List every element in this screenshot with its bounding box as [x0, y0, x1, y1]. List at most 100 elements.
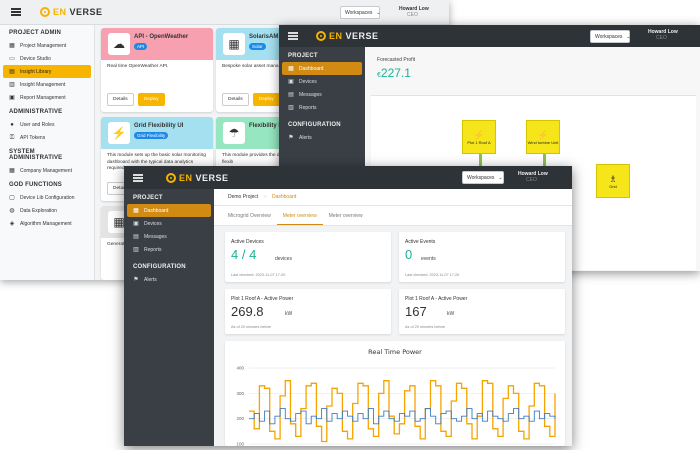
sidebar-section-title: GOD FUNCTIONS: [9, 182, 62, 188]
sidebar-item-label: User and Roles: [20, 121, 55, 128]
sidebar-section-title: CONFIGURATION: [133, 264, 186, 270]
kpi-card: Plot 1 Roof A - Active Power 167 kW As of 2…: [399, 289, 565, 334]
sidebar-item-device-lib-configuration[interactable]: ▢ Device Lib Configuration: [0, 191, 94, 204]
card-tag: Grid Flexibility: [134, 132, 169, 139]
forecasted-profit-label: Forecasted Profit: [377, 57, 416, 63]
kpi-card: Plot 1 Roof A - Active Power 269.8 kW As of…: [225, 289, 391, 334]
details-button[interactable]: Details: [222, 93, 249, 106]
node-wind-turbine-unit[interactable]: ⚡ Wind turbine Unit: [526, 120, 560, 154]
monitor-icon: ▭: [9, 55, 15, 62]
y-tick-label: 200: [236, 416, 244, 421]
sidebar-item-dashboard[interactable]: ▦ Dashboard: [127, 204, 211, 217]
sidebar-item-label: Insight Management: [20, 81, 66, 88]
project-sidebar: PROJECT ▦ Dashboard ▣ Devices ▤ Messages ▥ Repor…: [124, 189, 214, 446]
tab-microgrid-overview[interactable]: Microgrid Overview: [222, 206, 277, 225]
deploy-button[interactable]: Deploy: [252, 93, 280, 106]
sidebar-item-label: Insight Library: [20, 68, 52, 75]
logo-mark-icon: [166, 173, 176, 183]
kpi-label: Plot 1 Roof A - Active Power: [405, 296, 468, 302]
series-line-0: [249, 380, 556, 443]
top-bar: EN VERSE Workspaces ⌄ Howard Low CEO: [279, 25, 700, 47]
sidebar-item-insight-library[interactable]: ▤ Insight Library: [3, 65, 91, 78]
meter-main: Demo Project › Dashboard Microgrid Overv…: [214, 189, 572, 446]
kpi-value: 167: [405, 304, 427, 319]
chart-plot: 400 300 200 100: [236, 366, 556, 447]
device-icon: ▢: [9, 194, 15, 201]
breadcrumb-project[interactable]: Demo Project: [228, 194, 258, 200]
chevron-right-icon: ›: [264, 194, 266, 200]
workspaces-dropdown[interactable]: Workspaces ⌄: [590, 30, 631, 43]
explore-icon: ◍: [9, 207, 15, 214]
y-tick-label: 400: [236, 366, 244, 371]
sidebar-item-data-exploration[interactable]: ◍ Data Exploration: [0, 204, 94, 217]
sidebar-item-label: Dashboard: [299, 65, 324, 72]
sidebar-item-label: Dashboard: [144, 207, 169, 214]
top-bar: EN VERSE Workspaces ⌄ Howard Low CEO: [0, 0, 449, 25]
kpi-note: Last checked: 2023-11-07 17:20: [405, 273, 460, 277]
sidebar-item-alerts[interactable]: ⚑ Alerts: [279, 131, 365, 144]
sidebar-item-alerts[interactable]: ⚑ Alerts: [124, 273, 214, 286]
user-menu[interactable]: Howard Low CEO: [648, 29, 678, 41]
node-label: Grid: [609, 183, 617, 189]
sidebar-item-user-and-roles[interactable]: ● User and Roles: [0, 118, 94, 131]
sidebar-item-project-management[interactable]: ▦ Project Management: [0, 39, 94, 52]
kpi-note: Last checked: 2023-11-07 17:20: [231, 273, 286, 277]
admin-sidebar: PROJECT ADMIN ▦ Project Management ▭ Device …: [0, 25, 95, 280]
forecasted-profit-value: €227.1: [377, 66, 411, 80]
sidebar-item-api-tokens[interactable]: ⚿ API Tokens: [0, 131, 94, 144]
menu-icon[interactable]: [11, 8, 21, 16]
details-button[interactable]: Details: [107, 93, 134, 106]
node-plot-1-roof-a[interactable]: ⚡ Plot 1 Roof A: [462, 120, 496, 154]
deploy-button[interactable]: Deploy: [137, 93, 165, 106]
kpi-value: 4 / 4: [231, 247, 257, 262]
grid-flex-icon: ☂: [223, 122, 245, 144]
sidebar-item-label: Data Exploration: [20, 207, 57, 214]
sidebar-item-reports[interactable]: ▥ Reports: [124, 243, 214, 256]
node-grid[interactable]: ♗ Grid: [596, 164, 630, 198]
report-icon: ▣: [9, 94, 15, 101]
sidebar-item-company-management[interactable]: ▦ Company Management: [0, 164, 94, 177]
sidebar-item-label: Report Management: [20, 94, 66, 101]
workspaces-dropdown[interactable]: Workspaces ⌄: [340, 6, 381, 19]
sidebar-item-reports[interactable]: ▥ Reports: [279, 101, 365, 114]
sidebar-section-title: PROJECT: [133, 195, 163, 201]
chevron-down-icon: ⌄: [376, 9, 381, 16]
card-header: ☁ API - OpenWeather API: [101, 28, 213, 60]
y-tick-label: 100: [236, 442, 244, 447]
card-description: Real time OpenWeather API.: [107, 64, 169, 69]
sidebar-item-dashboard[interactable]: ▦ Dashboard: [282, 62, 362, 75]
chart-icon: ▥: [9, 81, 15, 88]
sidebar-item-devices[interactable]: ▣ Devices: [279, 75, 365, 88]
user-menu[interactable]: Howard Low CEO: [399, 6, 429, 18]
sidebar-item-device-studio[interactable]: ▭ Device Studio: [0, 52, 94, 65]
building-icon: ▦: [9, 167, 15, 174]
kpi-unit: events: [421, 256, 436, 262]
enverse-logo: EN VERSE: [166, 173, 229, 183]
menu-icon[interactable]: [288, 32, 298, 40]
sidebar-section-title: PROJECT: [288, 53, 318, 59]
tab-meter-overview[interactable]: Meter overview: [276, 206, 323, 225]
sidebar-section-title: SYSTEM ADMINISTRATIVE: [9, 149, 63, 161]
series-line-1: [249, 408, 556, 425]
kpi-note: As of 20 minutes before: [405, 325, 446, 329]
sidebar-item-messages[interactable]: ▤ Messages: [279, 88, 365, 101]
menu-icon[interactable]: [133, 174, 143, 182]
logo-mark-icon: [316, 31, 326, 41]
grid-flex-icon: ⚡: [108, 122, 130, 144]
sidebar-item-algorithm-management[interactable]: ◈ Algorithm Management: [0, 217, 94, 230]
sidebar-section-title: ADMINISTRATIVE: [9, 109, 63, 115]
node-label: Plot 1 Roof A: [467, 139, 491, 145]
kpi-label: Active Devices: [231, 239, 264, 245]
sidebar-item-report-management[interactable]: ▣ Report Management: [0, 91, 94, 104]
tab-meter-overview[interactable]: Meter overview: [323, 206, 369, 225]
sidebar-item-devices[interactable]: ▣ Devices: [124, 217, 214, 230]
sidebar-item-messages[interactable]: ▤ Messages: [124, 230, 214, 243]
workspaces-dropdown[interactable]: Workspaces ⌄: [462, 171, 504, 184]
cloud-icon: ☁: [108, 33, 130, 55]
sidebar-item-insight-management[interactable]: ▥ Insight Management: [0, 78, 94, 91]
user-menu[interactable]: Howard Low CEO: [518, 171, 548, 183]
messages-icon: ▤: [133, 233, 139, 240]
dashboard-tabs: Microgrid Overview Meter overview Meter ov…: [214, 206, 572, 226]
sidebar-item-label: API Tokens: [20, 134, 46, 141]
messages-icon: ▤: [288, 91, 294, 98]
